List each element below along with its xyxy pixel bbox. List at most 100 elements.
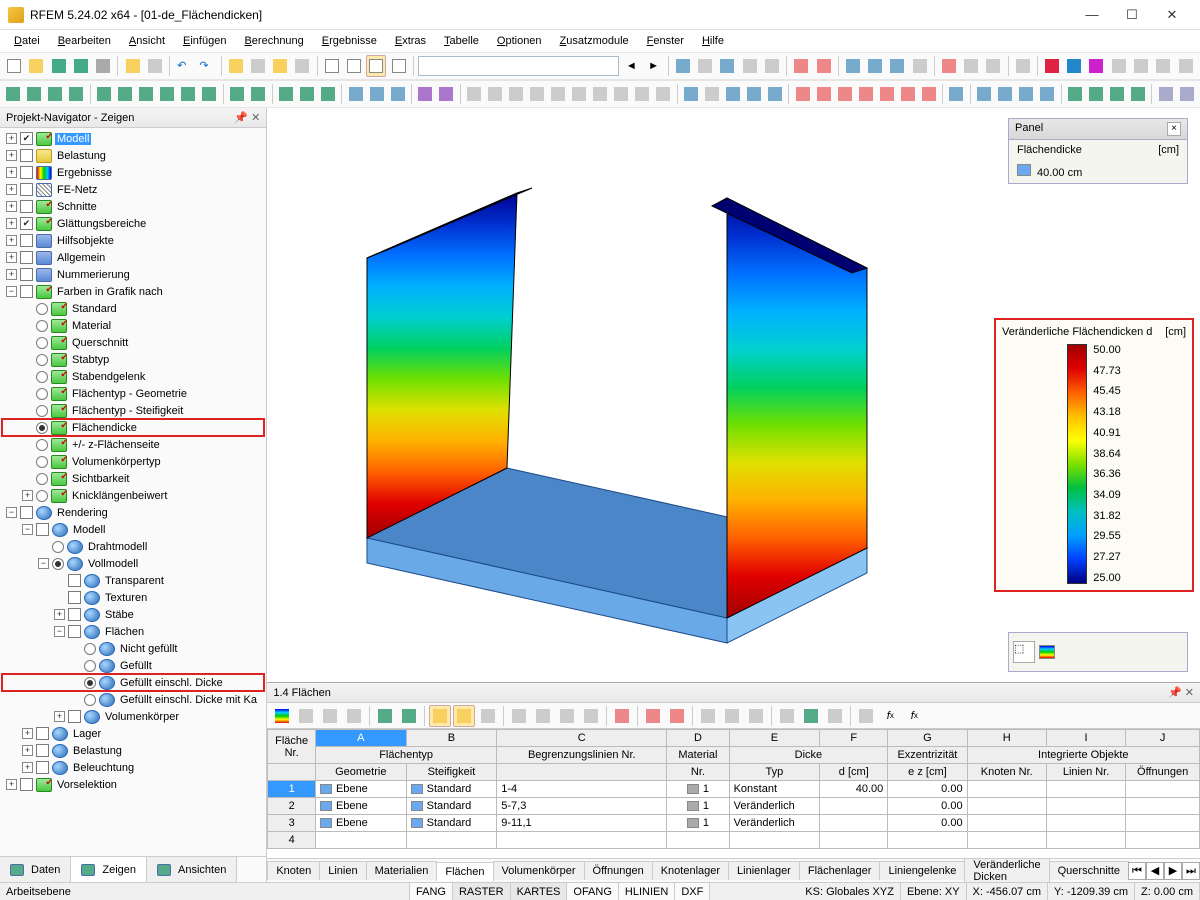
t2-41[interactable]: [898, 83, 917, 105]
t2-34[interactable]: [744, 83, 763, 105]
radio-icon[interactable]: [36, 388, 48, 400]
tt-13[interactable]: [580, 705, 602, 727]
tree-item-stabendgelenk[interactable]: Stabendgelenk: [2, 368, 264, 385]
tree-item-nicht-gef-llt[interactable]: Nicht gefüllt: [2, 640, 264, 657]
t2-20[interactable]: [437, 83, 456, 105]
t2-11[interactable]: [228, 83, 247, 105]
expand-icon[interactable]: −: [54, 626, 65, 637]
status-btn-hlinien[interactable]: HLINIEN: [619, 883, 675, 900]
tree-item-farben-in-grafik-nach[interactable]: −Farben in Grafik nach: [2, 283, 264, 300]
tool-btn-37[interactable]: [1086, 55, 1106, 77]
t2-25[interactable]: [549, 83, 568, 105]
expand-icon[interactable]: +: [6, 269, 17, 280]
checkbox-icon[interactable]: [68, 574, 81, 587]
panel-options-button[interactable]: ⬚: [1013, 641, 1035, 663]
nav-tab-daten[interactable]: Daten: [0, 857, 71, 882]
tt-18[interactable]: [721, 705, 743, 727]
tree-item-allgemein[interactable]: +Allgemein: [2, 249, 264, 266]
maximize-button[interactable]: ☐: [1112, 1, 1152, 29]
table-tab-veränderliche dicken[interactable]: Veränderliche Dicken: [964, 858, 1049, 882]
tool-btn-38[interactable]: [1109, 55, 1129, 77]
tt-09[interactable]: [477, 705, 499, 727]
radio-icon[interactable]: [84, 694, 96, 706]
t2-39[interactable]: [856, 83, 875, 105]
t2-46[interactable]: [1017, 83, 1036, 105]
radio-icon[interactable]: [36, 456, 48, 468]
tt-05[interactable]: [374, 705, 396, 727]
table-tab-flächenlager[interactable]: Flächenlager: [799, 861, 881, 880]
tree-item-volumenk-rper[interactable]: +Volumenkörper: [2, 708, 264, 725]
tree-item-fl-chentyp-geometrie[interactable]: Flächentyp - Geometrie: [2, 385, 264, 402]
expand-icon[interactable]: +: [6, 184, 17, 195]
tool-btn-34[interactable]: [1013, 55, 1033, 77]
t2-33[interactable]: [723, 83, 742, 105]
redo-button[interactable]: ↷: [196, 55, 216, 77]
t2-19[interactable]: [416, 83, 435, 105]
save-button[interactable]: [49, 55, 69, 77]
checkbox-icon[interactable]: [20, 166, 33, 179]
t2-21[interactable]: [465, 83, 484, 105]
table-tab-knotenlager[interactable]: Knotenlager: [652, 861, 729, 880]
checkbox-icon[interactable]: [68, 625, 81, 638]
checkbox-icon[interactable]: [20, 200, 33, 213]
menu-berechnung[interactable]: Berechnung: [236, 33, 311, 49]
status-btn-dxf[interactable]: DXF: [675, 883, 710, 900]
t2-05[interactable]: [95, 83, 114, 105]
menu-tabelle[interactable]: Tabelle: [436, 33, 487, 49]
tree-item-fe-netz[interactable]: +FE-Netz: [2, 181, 264, 198]
radio-icon[interactable]: [36, 405, 48, 417]
t2-07[interactable]: [137, 83, 156, 105]
table-row[interactable]: 1EbeneStandard1-41Konstant40.000.00: [268, 781, 1200, 798]
menu-fenster[interactable]: Fenster: [639, 33, 692, 49]
navigator-tree[interactable]: +✔Modell+Belastung+Ergebnisse+FE-Netz+Sc…: [0, 128, 266, 856]
tree-item-gl-ttungsbereiche[interactable]: +✔Glättungsbereiche: [2, 215, 264, 232]
tool-btn-12[interactable]: [270, 55, 290, 77]
tool-btn-32[interactable]: [961, 55, 981, 77]
tree-item-material[interactable]: Material: [2, 317, 264, 334]
t2-49[interactable]: [1087, 83, 1106, 105]
t2-18[interactable]: [388, 83, 407, 105]
status-btn-ofang[interactable]: OFANG: [567, 883, 619, 900]
tool-btn-20[interactable]: [673, 55, 693, 77]
table-tab-linien[interactable]: Linien: [319, 861, 366, 880]
radio-icon[interactable]: [36, 473, 48, 485]
expand-icon[interactable]: +: [6, 133, 17, 144]
tree-item-hilfsobjekte[interactable]: +Hilfsobjekte: [2, 232, 264, 249]
tree-item-gef-llt[interactable]: Gefüllt: [2, 657, 264, 674]
tool-btn-23[interactable]: [740, 55, 760, 77]
tool-btn-41[interactable]: [1176, 55, 1196, 77]
status-btn-fang[interactable]: FANG: [410, 883, 453, 900]
close-button[interactable]: ✕: [1152, 1, 1192, 29]
tool-btn-39[interactable]: [1131, 55, 1151, 77]
tree-item-drahtmodell[interactable]: Drahtmodell: [2, 538, 264, 555]
tree-item-gef-llt-einschl-dicke-mit-ka[interactable]: Gefüllt einschl. Dicke mit Ka: [2, 691, 264, 708]
t2-38[interactable]: [835, 83, 854, 105]
table-tab-materialien[interactable]: Materialien: [366, 861, 438, 880]
3d-viewport[interactable]: Panel × Flächendicke [cm] 40.00 cm Verän…: [267, 108, 1200, 682]
t2-47[interactable]: [1038, 83, 1057, 105]
tt-06[interactable]: [398, 705, 420, 727]
t2-44[interactable]: [975, 83, 994, 105]
tree-item-sichtbarkeit[interactable]: Sichtbarkeit: [2, 470, 264, 487]
t2-48[interactable]: [1066, 83, 1085, 105]
status-btn-kartes[interactable]: KARTES: [511, 883, 568, 900]
t2-22[interactable]: [486, 83, 505, 105]
tt-22[interactable]: [824, 705, 846, 727]
tool-btn-11[interactable]: [248, 55, 268, 77]
tree-item-stabtyp[interactable]: Stabtyp: [2, 351, 264, 368]
tool-btn-28[interactable]: [865, 55, 885, 77]
table-tab-linienlager[interactable]: Linienlager: [728, 861, 800, 880]
tool-btn-14[interactable]: [322, 55, 342, 77]
t2-53[interactable]: [1177, 83, 1196, 105]
tool-btn-21[interactable]: [695, 55, 715, 77]
checkbox-icon[interactable]: [68, 608, 81, 621]
tab-prev-button[interactable]: ◀: [1146, 862, 1164, 880]
expand-icon[interactable]: +: [6, 235, 17, 246]
open-button[interactable]: [26, 55, 46, 77]
t2-24[interactable]: [528, 83, 547, 105]
tt-15[interactable]: [642, 705, 664, 727]
tree-item-ergebnisse[interactable]: +Ergebnisse: [2, 164, 264, 181]
expand-icon[interactable]: +: [54, 711, 65, 722]
tab-last-button[interactable]: ⏭: [1182, 862, 1200, 880]
tool-btn-31[interactable]: [939, 55, 959, 77]
